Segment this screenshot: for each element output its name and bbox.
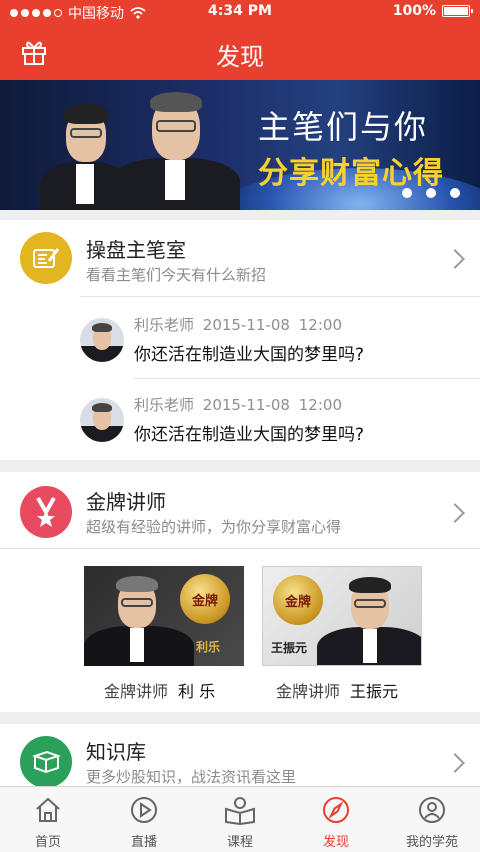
chevron-right-icon [445, 503, 465, 523]
status-right: 100% [392, 3, 473, 19]
chevron-right-icon [445, 753, 465, 773]
battery-icon [442, 5, 473, 17]
teacher-photo-1 [84, 572, 194, 666]
teacher-name: 利 乐 [178, 682, 216, 701]
post-date: 2015-11-08 [202, 316, 290, 334]
section-caopan[interactable]: 操盘主笔室 看看主笔们今天有什么新招 [0, 220, 480, 296]
banner-subheadline: 分享财富心得 [258, 156, 444, 191]
banner-person-2 [110, 86, 240, 210]
separator [0, 712, 480, 724]
separator [0, 210, 480, 220]
post-title: 你还活在制造业大国的梦里吗? [134, 345, 365, 365]
medal-text: 金牌 [284, 594, 311, 610]
tab-bar: 首页 直播 课程 发现 我的学苑 [0, 786, 480, 852]
divider [80, 296, 480, 297]
teacher-title: 金牌讲师 [104, 682, 169, 701]
section-subtitle: 更多炒股知识，战法资讯看这里 [86, 768, 297, 786]
list-item[interactable]: 利乐老师 2015-11-08 12:00 你还活在制造业大国的梦里吗? [80, 378, 480, 460]
user-circle-icon [419, 797, 445, 823]
post-author: 利乐老师 [134, 396, 195, 414]
teacher-label-2[interactable]: 金牌讲师 王振元 [276, 678, 398, 702]
medal-text: 金牌 [191, 593, 218, 609]
play-circle-icon [131, 797, 157, 823]
separator [0, 460, 480, 472]
page-title: 发现 [216, 43, 264, 71]
ribbon-star-icon [20, 486, 72, 538]
section-title: 操盘主笔室 [86, 238, 186, 262]
section-gold-teacher[interactable]: 金牌讲师 超级有经验的讲师，为你分享财富心得 [0, 472, 480, 548]
post-author: 利乐老师 [134, 316, 195, 334]
tab-label: 我的学苑 [405, 835, 458, 850]
teacher-photo-2 [317, 575, 421, 665]
divider [0, 548, 480, 549]
section-title: 知识库 [86, 740, 146, 764]
section-subtitle: 看看主笔们今天有什么新招 [86, 266, 267, 284]
banner-headline: 主笔们与你 [258, 108, 429, 146]
tab-home[interactable]: 首页 [0, 787, 96, 852]
home-icon [36, 797, 60, 822]
tab-label: 直播 [130, 835, 157, 850]
open-book-icon [225, 797, 255, 825]
gold-medal-icon: 金牌 [273, 575, 323, 625]
section-title: 金牌讲师 [86, 490, 166, 514]
tab-course[interactable]: 课程 [192, 787, 288, 852]
teacher-title: 金牌讲师 [276, 682, 341, 701]
promo-banner[interactable]: 主笔们与你 分享财富心得 [0, 80, 480, 210]
banner-page-indicator[interactable] [402, 188, 460, 198]
notebook-pen-icon [20, 232, 72, 284]
card-name-tag: 利乐 [196, 640, 221, 654]
status-bar: 中国移动 4:34 PM 100% [0, 0, 480, 24]
tab-label: 发现 [322, 835, 349, 850]
tab-label: 课程 [226, 835, 253, 850]
teacher-card-2[interactable]: 金牌 王振元 [262, 566, 422, 666]
nav-bar: 发现 [0, 24, 480, 80]
post-title: 你还活在制造业大国的梦里吗? [134, 425, 365, 445]
tab-label: 首页 [34, 835, 61, 850]
tab-live[interactable]: 直播 [96, 787, 192, 852]
post-meta: 利乐老师 2015-11-08 12:00 [134, 394, 346, 415]
post-date: 2015-11-08 [202, 396, 290, 414]
avatar [80, 318, 124, 362]
card-name-tag: 王振元 [271, 641, 308, 655]
compass-icon [323, 797, 349, 823]
teacher-name: 王振元 [350, 682, 399, 701]
tab-discover[interactable]: 发现 [288, 787, 384, 852]
list-item[interactable]: 利乐老师 2015-11-08 12:00 你还活在制造业大国的梦里吗? [80, 298, 480, 380]
gold-medal-icon: 金牌 [180, 574, 230, 624]
avatar [80, 398, 124, 442]
chevron-right-icon [445, 249, 465, 269]
post-time: 12:00 [298, 396, 342, 414]
battery-percent: 100% [392, 3, 436, 19]
post-meta: 利乐老师 2015-11-08 12:00 [134, 314, 346, 335]
post-time: 12:00 [298, 316, 342, 334]
book-icon [20, 736, 72, 788]
teacher-label-1[interactable]: 金牌讲师利 乐 [104, 678, 215, 702]
section-subtitle: 超级有经验的讲师，为你分享财富心得 [86, 518, 342, 536]
teacher-card-1[interactable]: 金牌 利乐 [84, 566, 244, 666]
tab-my[interactable]: 我的学苑 [384, 787, 480, 852]
